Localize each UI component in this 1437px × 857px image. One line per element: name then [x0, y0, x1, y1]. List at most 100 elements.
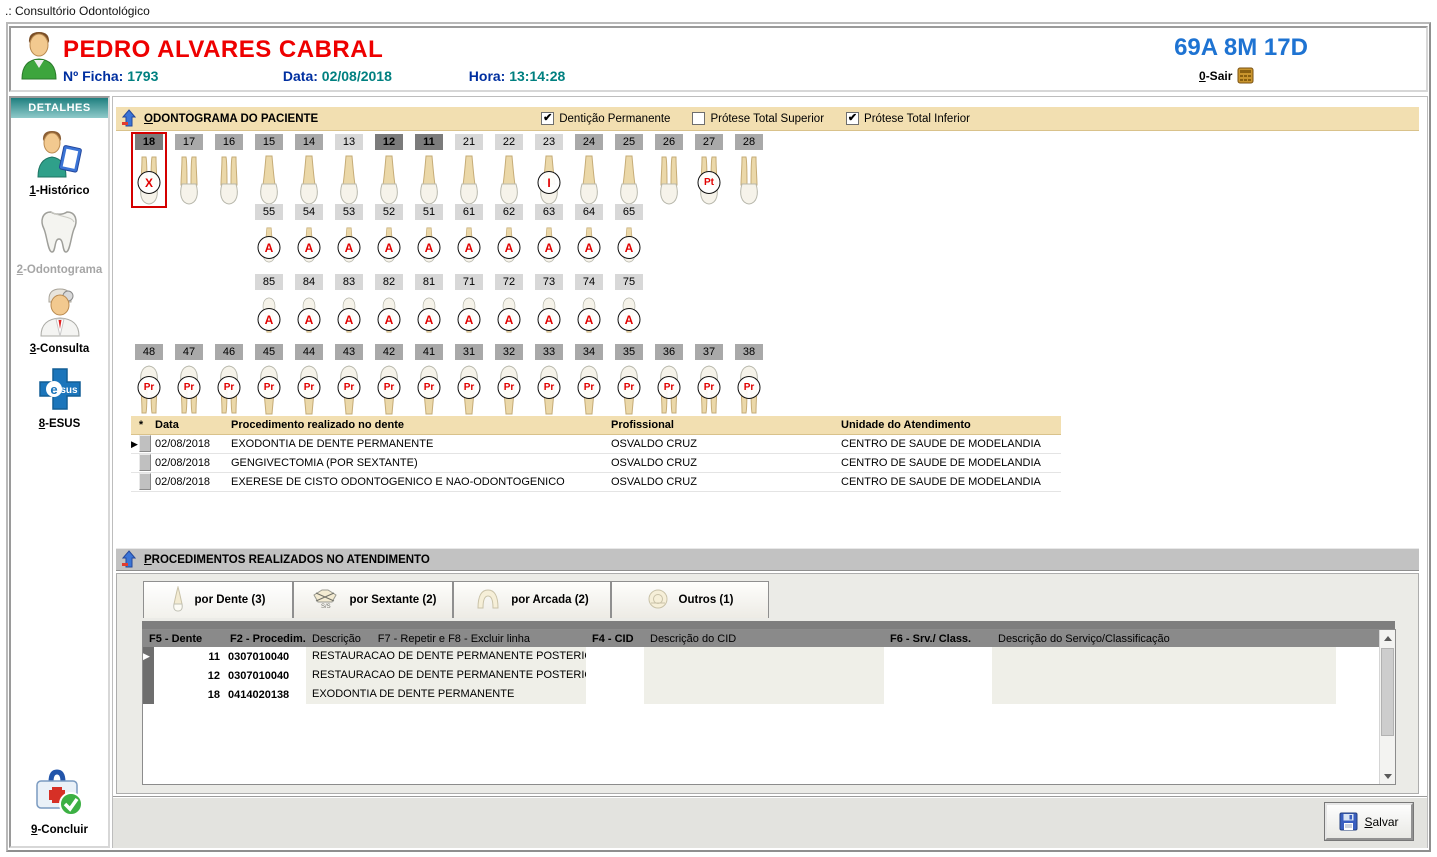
- tooth-number[interactable]: 17: [175, 134, 203, 150]
- tooth-33[interactable]: 33Pr: [529, 344, 569, 416]
- tooth-14[interactable]: 14: [289, 134, 329, 206]
- tooth-62[interactable]: 62A: [489, 204, 529, 266]
- tooth-number[interactable]: 44: [295, 344, 323, 360]
- tooth-13[interactable]: 13: [329, 134, 369, 206]
- tooth-number[interactable]: 81: [415, 274, 443, 290]
- tab-outros-1-[interactable]: Outros (1): [611, 581, 769, 618]
- checkbox-box[interactable]: [692, 112, 705, 125]
- tooth-34[interactable]: 34Pr: [569, 344, 609, 416]
- tooth-25[interactable]: 25: [609, 134, 649, 206]
- tooth-23[interactable]: 23I: [529, 134, 569, 206]
- checkbox-box[interactable]: ✔: [846, 112, 859, 125]
- tab-por-dente-3-[interactable]: por Dente (3): [143, 581, 293, 618]
- table-row[interactable]: 02/08/2018EXERESE DE CISTO ODONTOGENICO …: [131, 472, 1061, 491]
- tooth-84[interactable]: 84A: [289, 274, 329, 336]
- save-button[interactable]: Salvar: [1325, 803, 1413, 840]
- tooth-number[interactable]: 62: [495, 204, 523, 220]
- scrollbar-thumb[interactable]: [1381, 648, 1394, 736]
- scroll-down-icon[interactable]: [1380, 768, 1395, 784]
- checkbox-box[interactable]: ✔: [541, 112, 554, 125]
- tooth-42[interactable]: 42Pr: [369, 344, 409, 416]
- tooth-number[interactable]: 12: [375, 134, 403, 150]
- tooth-64[interactable]: 64A: [569, 204, 609, 266]
- collapse-arrow-icon[interactable]: [122, 109, 136, 128]
- tooth-47[interactable]: 47Pr: [169, 344, 209, 416]
- tooth-number[interactable]: 71: [455, 274, 483, 290]
- table-row[interactable]: 180414020138EXODONTIA DE DENTE PERMANENT…: [143, 685, 1395, 704]
- tooth-51[interactable]: 51A: [409, 204, 449, 266]
- tooth-12[interactable]: 12: [369, 134, 409, 206]
- tooth-number[interactable]: 46: [215, 344, 243, 360]
- tooth-number[interactable]: 74: [575, 274, 603, 290]
- tooth-46[interactable]: 46Pr: [209, 344, 249, 416]
- tooth-number[interactable]: 84: [295, 274, 323, 290]
- row-selector[interactable]: [143, 685, 154, 704]
- tooth-85[interactable]: 85A: [249, 274, 289, 336]
- tooth-37[interactable]: 37Pr: [689, 344, 729, 416]
- tooth-number[interactable]: 85: [255, 274, 283, 290]
- tooth-number[interactable]: 51: [415, 204, 443, 220]
- tooth-number[interactable]: 11: [415, 134, 443, 150]
- tooth-number[interactable]: 52: [375, 204, 403, 220]
- tooth-44[interactable]: 44Pr: [289, 344, 329, 416]
- tooth-number[interactable]: 15: [255, 134, 283, 150]
- tooth-71[interactable]: 71A: [449, 274, 489, 336]
- exit-button[interactable]: 0-Sair: [1199, 67, 1254, 84]
- tooth-number[interactable]: 55: [255, 204, 283, 220]
- tooth-26[interactable]: 26: [649, 134, 689, 206]
- row-selector[interactable]: [131, 453, 151, 472]
- tooth-number[interactable]: 21: [455, 134, 483, 150]
- tooth-number[interactable]: 63: [535, 204, 563, 220]
- tooth-number[interactable]: 35: [615, 344, 643, 360]
- checkbox-pr-tese-total-superior[interactable]: Prótese Total Superior: [692, 112, 824, 125]
- tooth-72[interactable]: 72A: [489, 274, 529, 336]
- tooth-number[interactable]: 48: [135, 344, 163, 360]
- tooth-18[interactable]: 18X: [129, 134, 169, 206]
- tooth-number[interactable]: 65: [615, 204, 643, 220]
- tooth-75[interactable]: 75A: [609, 274, 649, 336]
- tooth-number[interactable]: 61: [455, 204, 483, 220]
- checkbox-denti-o-permanente[interactable]: ✔Dentição Permanente: [541, 112, 670, 125]
- table-row[interactable]: ▶110307010040RESTAURACAO DE DENTE PERMAN…: [143, 647, 1395, 666]
- tooth-11[interactable]: 11: [409, 134, 449, 206]
- tooth-number[interactable]: 31: [455, 344, 483, 360]
- tooth-24[interactable]: 24: [569, 134, 609, 206]
- tooth-number[interactable]: 13: [335, 134, 363, 150]
- table-row[interactable]: 02/08/2018GENGIVECTOMIA (POR SEXTANTE)OS…: [131, 453, 1061, 472]
- tooth-73[interactable]: 73A: [529, 274, 569, 336]
- tooth-number[interactable]: 37: [695, 344, 723, 360]
- tooth-22[interactable]: 22: [489, 134, 529, 206]
- tooth-number[interactable]: 23: [535, 134, 563, 150]
- tooth-48[interactable]: 48Pr: [129, 344, 169, 416]
- tooth-38[interactable]: 38Pr: [729, 344, 769, 416]
- tab-por-arcada-2-[interactable]: por Arcada (2): [453, 581, 611, 618]
- checkbox-pr-tese-total-inferior[interactable]: ✔Prótese Total Inferior: [846, 112, 970, 125]
- tooth-17[interactable]: 17: [169, 134, 209, 206]
- tooth-74[interactable]: 74A: [569, 274, 609, 336]
- tooth-number[interactable]: 53: [335, 204, 363, 220]
- tooth-15[interactable]: 15: [249, 134, 289, 206]
- tooth-45[interactable]: 45Pr: [249, 344, 289, 416]
- tooth-number[interactable]: 54: [295, 204, 323, 220]
- tooth-82[interactable]: 82A: [369, 274, 409, 336]
- tooth-16[interactable]: 16: [209, 134, 249, 206]
- tooth-54[interactable]: 54A: [289, 204, 329, 266]
- table-row[interactable]: ▶02/08/2018EXODONTIA DE DENTE PERMANENTE…: [131, 434, 1061, 453]
- tooth-28[interactable]: 28: [729, 134, 769, 206]
- tooth-number[interactable]: 26: [655, 134, 683, 150]
- tooth-number[interactable]: 25: [615, 134, 643, 150]
- tooth-number[interactable]: 42: [375, 344, 403, 360]
- tooth-55[interactable]: 55A: [249, 204, 289, 266]
- tooth-number[interactable]: 43: [335, 344, 363, 360]
- row-selector[interactable]: ▶: [143, 647, 154, 666]
- tooth-number[interactable]: 64: [575, 204, 603, 220]
- tooth-number[interactable]: 73: [535, 274, 563, 290]
- tooth-number[interactable]: 24: [575, 134, 603, 150]
- tooth-21[interactable]: 21: [449, 134, 489, 206]
- tooth-35[interactable]: 35Pr: [609, 344, 649, 416]
- tooth-27[interactable]: 27Pt: [689, 134, 729, 206]
- tooth-53[interactable]: 53A: [329, 204, 369, 266]
- tooth-number[interactable]: 47: [175, 344, 203, 360]
- vertical-scrollbar[interactable]: [1379, 630, 1395, 784]
- row-selector[interactable]: [143, 666, 154, 685]
